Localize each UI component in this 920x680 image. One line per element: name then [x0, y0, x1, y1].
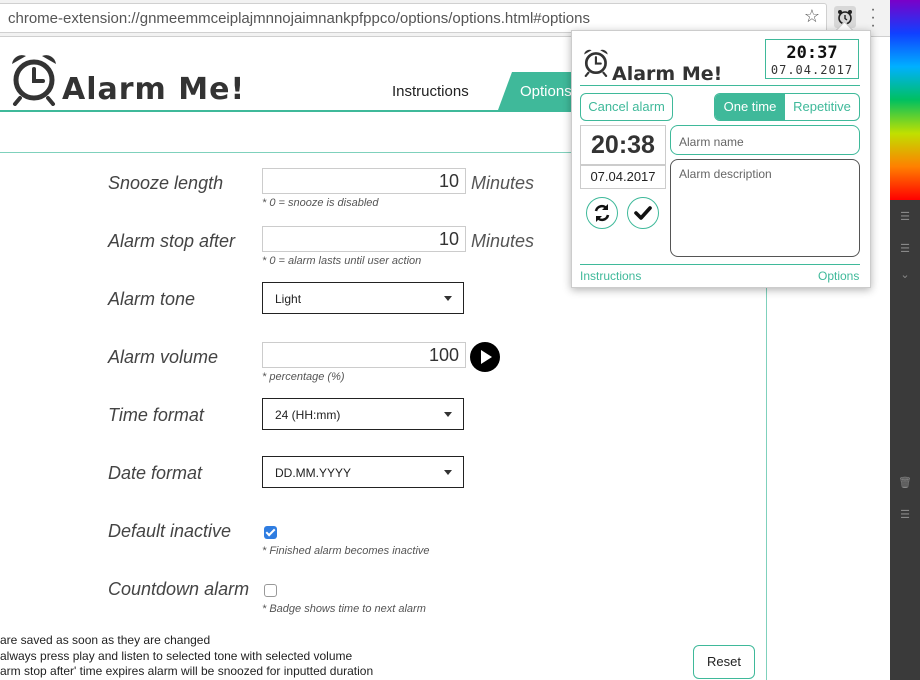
- menu-lines-icon[interactable]: ☰: [890, 508, 920, 521]
- snooze-unit: Minutes: [471, 173, 535, 193]
- popup-logo-text: Alarm Me!: [612, 63, 723, 85]
- confirm-button[interactable]: [627, 197, 659, 229]
- alarm-tone-select[interactable]: Light: [262, 282, 464, 314]
- popup-current-clock: 20:37 07.04.2017: [765, 39, 859, 79]
- chevron-down-icon[interactable]: ⌄: [890, 268, 920, 281]
- reset-button[interactable]: Reset: [693, 645, 755, 679]
- popup-divider: [580, 264, 860, 265]
- popup-divider: [580, 85, 860, 86]
- devtools-panel: ☰ ☰ ⌄ 🗑 ☰: [890, 0, 920, 680]
- footer-note: always press play and listen to selected…: [0, 649, 353, 663]
- alarm-stop-after-unit: Minutes: [471, 231, 535, 251]
- kebab-menu-icon[interactable]: · · ·: [866, 2, 880, 34]
- checkmark-icon: [634, 206, 652, 220]
- date-format-label: Date format: [108, 463, 203, 483]
- alarm-date-input[interactable]: 07.04.2017: [580, 165, 666, 189]
- alarm-type-toggle: One time Repetitive: [714, 93, 860, 121]
- one-time-button[interactable]: One time: [715, 94, 785, 120]
- alarm-stop-after-input[interactable]: 10: [262, 226, 466, 252]
- alarm-volume-label: Alarm volume: [108, 347, 219, 367]
- snooze-length-input[interactable]: 10: [262, 168, 466, 194]
- repeat-button[interactable]: [586, 197, 618, 229]
- date-format-value: DD.MM.YYYY: [275, 466, 352, 480]
- caret-down-icon: [444, 470, 452, 475]
- default-inactive-checkbox[interactable]: [264, 526, 277, 539]
- alarm-volume-input[interactable]: 100: [262, 342, 466, 368]
- extension-popup: Alarm Me! 20:37 07.04.2017 Cancel alarm …: [571, 30, 871, 288]
- alarm-tone-label: Alarm tone: [108, 289, 196, 309]
- countdown-alarm-checkbox[interactable]: [264, 584, 277, 597]
- popup-instructions-link[interactable]: Instructions: [580, 269, 641, 283]
- star-icon[interactable]: ☆: [804, 6, 820, 27]
- snooze-hint: * 0 = snooze is disabled: [262, 197, 379, 209]
- countdown-alarm-hint: * Badge shows time to next alarm: [262, 603, 426, 615]
- popup-current-time: 20:37: [786, 43, 838, 63]
- date-format-select[interactable]: DD.MM.YYYY: [262, 456, 464, 488]
- default-inactive-label: Default inactive: [108, 521, 232, 541]
- alarm-time-input[interactable]: 20:38: [580, 125, 666, 165]
- repetitive-button[interactable]: Repetitive: [785, 94, 859, 120]
- time-format-label: Time format: [108, 405, 204, 425]
- menu-lines-icon[interactable]: ☰: [890, 210, 920, 223]
- time-format-value: 24 (HH:mm): [275, 408, 341, 422]
- nav-options-label: Options: [520, 83, 572, 100]
- popup-options-link[interactable]: Options: [818, 269, 859, 283]
- nav-instructions[interactable]: Instructions: [392, 83, 469, 100]
- refresh-icon: [594, 204, 610, 222]
- footer-note: are saved as soon as they are changed: [0, 633, 211, 647]
- trash-icon[interactable]: 🗑: [890, 476, 920, 489]
- alarm-time-hours: 20: [591, 131, 619, 159]
- alarm-stop-after-label: Alarm stop after: [108, 231, 236, 251]
- address-bar[interactable]: chrome-extension://gnmeemmceiplajmnnojai…: [0, 3, 827, 33]
- alarm-volume-hint: * percentage (%): [262, 371, 345, 383]
- color-spectrum-bar[interactable]: [890, 0, 920, 200]
- alarm-tone-value: Light: [275, 292, 302, 306]
- countdown-alarm-label: Countdown alarm: [108, 579, 250, 599]
- caret-down-icon: [444, 412, 452, 417]
- popup-current-date: 07.04.2017: [770, 63, 854, 77]
- alarm-clock-logo-icon: [8, 50, 64, 111]
- url-text: chrome-extension://gnmeemmceiplajmnnojai…: [8, 10, 590, 27]
- default-inactive-hint: * Finished alarm becomes inactive: [262, 545, 430, 557]
- caret-down-icon: [444, 296, 452, 301]
- list-icon[interactable]: ☰: [890, 242, 920, 255]
- alarm-name-field[interactable]: Alarm name: [670, 125, 860, 155]
- snooze-length-label: Snooze length: [108, 173, 224, 193]
- alarm-description-field[interactable]: Alarm description: [670, 159, 860, 257]
- cancel-alarm-button[interactable]: Cancel alarm: [580, 93, 673, 121]
- alarm-stop-after-hint: * 0 = alarm lasts until user action: [262, 255, 422, 267]
- alarm-clock-logo-icon: [582, 47, 612, 82]
- time-format-select[interactable]: 24 (HH:mm): [262, 398, 464, 430]
- app-logo-text: Alarm Me!: [62, 72, 246, 107]
- play-icon[interactable]: [470, 342, 500, 372]
- footer-note: arm stop after' time expires alarm will …: [0, 664, 374, 678]
- alarm-time-minutes: 38: [627, 131, 655, 159]
